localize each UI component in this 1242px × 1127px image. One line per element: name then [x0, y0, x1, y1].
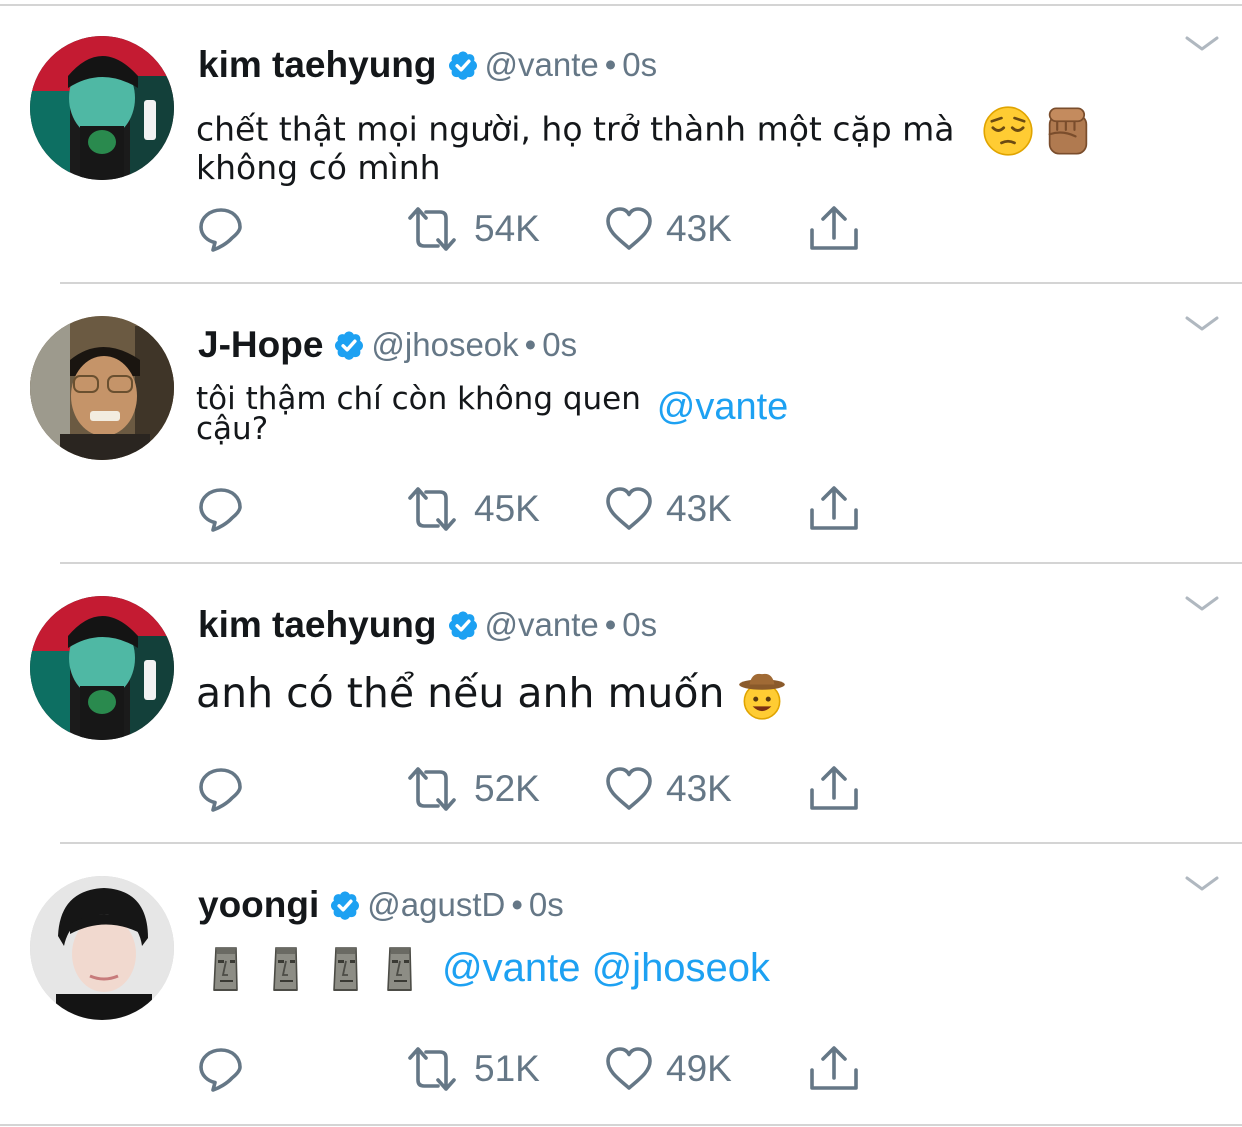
- tweet-text-line: chết thật mọi người, họ trở thành một cặ…: [196, 109, 955, 149]
- mention-link[interactable]: @vante: [657, 386, 789, 428]
- moai-emoji-icon: [266, 944, 306, 996]
- chevron-down-icon[interactable]: [1184, 314, 1220, 334]
- tweet-text: tôi thậm chí còn không quen @vante cậu?: [196, 378, 788, 448]
- tweet[interactable]: kim taehyung @vante • 0s chết thật mọi ngườ…: [0, 4, 1242, 284]
- cowboy-face-emoji-icon: [736, 670, 788, 722]
- yoongi-avatar[interactable]: [30, 876, 174, 1020]
- like-button[interactable]: 49K: [604, 1041, 732, 1097]
- reply-icon: [196, 764, 246, 814]
- timestamp[interactable]: 0s: [622, 606, 657, 643]
- chevron-down-icon[interactable]: [1184, 594, 1220, 614]
- retweet-icon: [402, 764, 462, 814]
- user-handle[interactable]: @vante: [485, 606, 599, 643]
- display-name[interactable]: kim taehyung: [198, 604, 437, 645]
- like-count: 43K: [666, 488, 732, 529]
- moai-emoji-icon: [326, 944, 366, 996]
- mention-links[interactable]: @vante @jhoseok: [442, 946, 770, 990]
- reply-button[interactable]: [196, 761, 246, 817]
- reply-icon: [196, 484, 246, 534]
- tweet-text: anh có thể nếu anh muốn: [196, 666, 788, 722]
- like-button[interactable]: 43K: [604, 201, 732, 257]
- timestamp[interactable]: 0s: [529, 886, 564, 923]
- reply-button[interactable]: [196, 481, 246, 537]
- retweet-count: 54K: [474, 208, 540, 249]
- retweet-button[interactable]: 52K: [402, 761, 540, 817]
- share-icon: [806, 484, 862, 534]
- tweet-text-line: anh có thể nếu anh muốn: [196, 669, 725, 717]
- user-handle[interactable]: @agustD: [367, 886, 505, 923]
- tweet-header: yoongi @agustD • 0s: [198, 884, 564, 944]
- reply-button[interactable]: [196, 201, 246, 257]
- taehyung-avatar[interactable]: [30, 596, 174, 740]
- heart-icon: [604, 204, 654, 254]
- verified-badge-icon: [333, 329, 365, 361]
- timestamp[interactable]: 0s: [622, 46, 657, 83]
- like-count: 43K: [666, 768, 732, 809]
- tweet-header: kim taehyung @vante • 0s: [198, 44, 657, 104]
- separator-dot: •: [604, 46, 617, 83]
- taehyung-avatar[interactable]: [30, 36, 174, 180]
- separator-dot: •: [524, 326, 537, 363]
- user-handle[interactable]: @vante: [485, 46, 599, 83]
- share-icon: [806, 1044, 862, 1094]
- reply-button[interactable]: [196, 1041, 246, 1097]
- tweet-header: kim taehyung @vante • 0s: [198, 604, 657, 664]
- separator-dot: •: [604, 606, 617, 643]
- reply-icon: [196, 1044, 246, 1094]
- share-button[interactable]: [806, 481, 862, 537]
- tweet-text: chết thật mọi người, họ trở thành một cặ…: [196, 104, 1095, 190]
- display-name[interactable]: yoongi: [198, 884, 319, 925]
- bottom-divider: [0, 1124, 1242, 1126]
- moai-emoji-icon: [206, 944, 246, 996]
- share-button[interactable]: [806, 761, 862, 817]
- tweet[interactable]: yoongi @agustD • 0s @vante @jhoseok 51K 49K: [0, 844, 1242, 1124]
- timestamp[interactable]: 0s: [542, 326, 577, 363]
- user-handle[interactable]: @jhoseok: [371, 326, 518, 363]
- tweet-actions: 54K 43K: [196, 201, 896, 257]
- like-count: 43K: [666, 208, 732, 249]
- retweet-icon: [402, 204, 462, 254]
- share-icon: [806, 764, 862, 814]
- chevron-down-icon[interactable]: [1184, 34, 1220, 54]
- verified-badge-icon: [447, 49, 479, 81]
- tweet-actions: 51K 49K: [196, 1041, 896, 1097]
- like-button[interactable]: 43K: [604, 761, 732, 817]
- share-icon: [806, 204, 862, 254]
- verified-badge-icon: [447, 609, 479, 641]
- raised-fist-emoji-icon: [1041, 104, 1095, 158]
- like-count: 49K: [666, 1048, 732, 1089]
- tweet-actions: 45K 43K: [196, 481, 896, 537]
- retweet-count: 45K: [474, 488, 540, 529]
- reply-icon: [196, 204, 246, 254]
- verified-badge-icon: [329, 889, 361, 921]
- tweet[interactable]: J-Hope @jhoseok • 0s tôi thậm chí còn không…: [0, 284, 1242, 564]
- retweet-count: 51K: [474, 1048, 540, 1089]
- tweet-text: @vante @jhoseok: [206, 940, 770, 996]
- separator-dot: •: [511, 886, 523, 923]
- share-button[interactable]: [806, 1041, 862, 1097]
- retweet-button[interactable]: 51K: [402, 1041, 540, 1097]
- share-button[interactable]: [806, 201, 862, 257]
- heart-icon: [604, 1044, 654, 1094]
- heart-icon: [604, 764, 654, 814]
- moai-emoji-icon: [380, 944, 420, 996]
- jhope-avatar[interactable]: [30, 316, 174, 460]
- retweet-button[interactable]: 45K: [402, 481, 540, 537]
- display-name[interactable]: J-Hope: [198, 324, 323, 365]
- tweet-header: J-Hope @jhoseok • 0s: [198, 324, 577, 384]
- like-button[interactable]: 43K: [604, 481, 732, 537]
- display-name[interactable]: kim taehyung: [198, 44, 437, 85]
- retweet-icon: [402, 484, 462, 534]
- chevron-down-icon[interactable]: [1184, 874, 1220, 894]
- pensive-face-emoji-icon: [981, 104, 1035, 158]
- retweet-icon: [402, 1044, 462, 1094]
- retweet-count: 52K: [474, 768, 540, 809]
- tweet-actions: 52K 43K: [196, 761, 896, 817]
- heart-icon: [604, 484, 654, 534]
- tweet[interactable]: kim taehyung @vante • 0s anh có thể nếu anh…: [0, 564, 1242, 844]
- retweet-button[interactable]: 54K: [402, 201, 540, 257]
